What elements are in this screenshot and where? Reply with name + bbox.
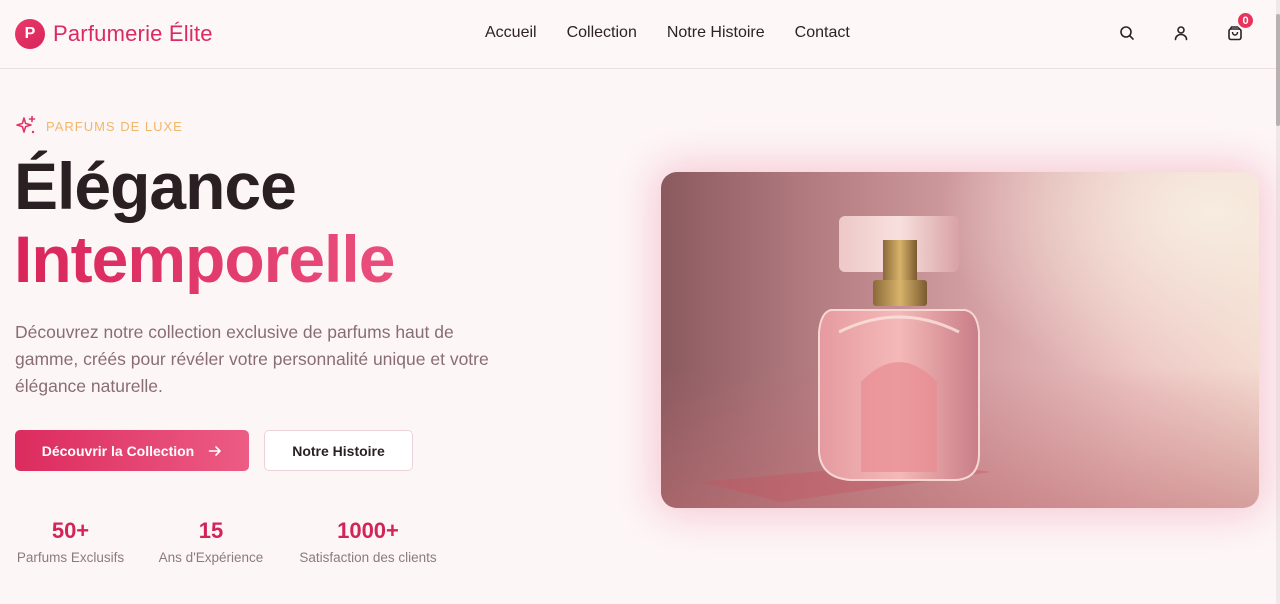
- site-header: P Parfumerie Élite Accueil Collection No…: [0, 0, 1276, 69]
- stat-value: 1000+: [337, 518, 399, 543]
- stat-value: 50+: [51, 518, 90, 543]
- hero-eyebrow-text: PARFUMS DE LUXE: [46, 118, 183, 134]
- scrollbar[interactable]: [1276, 0, 1280, 604]
- hero-description: Découvrez notre collection exclusive de …: [15, 322, 489, 396]
- user-icon[interactable]: [1172, 24, 1190, 42]
- nav-link-notre-histoire[interactable]: Notre Histoire: [667, 24, 765, 42]
- discover-collection-button[interactable]: Découvrir la Collection: [15, 430, 249, 471]
- nav-link-accueil[interactable]: Accueil: [485, 24, 537, 42]
- nav-link-collection[interactable]: Collection: [567, 24, 637, 42]
- arrow-right-icon: [208, 445, 222, 456]
- logo-mark: P: [15, 19, 45, 49]
- sparkles-icon: [16, 115, 36, 134]
- cart-count-badge: 0: [1236, 11, 1255, 30]
- perfume-bottle-illustration: [701, 216, 991, 502]
- brand-name: Parfumerie Élite: [53, 21, 213, 46]
- logo[interactable]: P Parfumerie Élite: [15, 19, 213, 49]
- scrollbar-thumb[interactable]: [1276, 14, 1280, 126]
- stat-label: Parfums Exclusifs: [16, 550, 125, 565]
- shopping-bag-icon[interactable]: 0: [1226, 11, 1255, 42]
- stat-satisfaction: 1000+ Satisfaction des clients: [296, 518, 440, 565]
- hero-title-line1: Élégance: [14, 149, 297, 223]
- perfume-bottle-image: [661, 172, 1259, 508]
- stat-perfumes: 50+ Parfums Exclusifs: [15, 518, 126, 565]
- our-story-button[interactable]: Notre Histoire: [264, 430, 413, 471]
- main-nav: Accueil Collection Notre Histoire Contac…: [485, 24, 850, 42]
- stat-label: Ans d'Expérience: [158, 550, 264, 565]
- nav-link-contact[interactable]: Contact: [795, 24, 850, 42]
- stat-value: 15: [198, 518, 224, 543]
- hero-eyebrow: PARFUMS DE LUXE: [15, 115, 183, 137]
- hero-title-line2: Intemporelle: [14, 222, 395, 296]
- header-actions: 0: [1118, 11, 1255, 42]
- stat-experience: 15 Ans d'Expérience: [156, 518, 266, 565]
- discover-collection-label: Découvrir la Collection: [41, 442, 195, 459]
- search-icon[interactable]: [1118, 24, 1136, 42]
- stat-label: Satisfaction des clients: [299, 550, 437, 565]
